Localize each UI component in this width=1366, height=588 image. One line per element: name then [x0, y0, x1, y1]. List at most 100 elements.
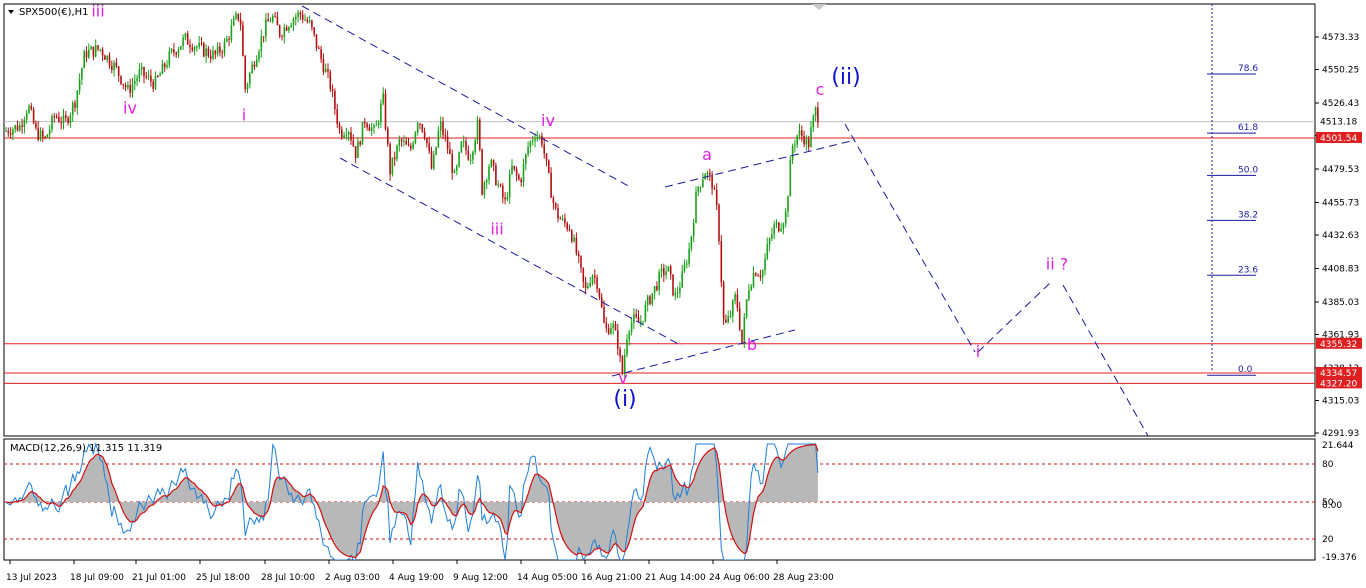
candle-body [32, 109, 35, 124]
candle-body [612, 324, 614, 328]
candle-body [380, 103, 382, 123]
price-chart[interactable]: 78.6 61.8 50.0 38.2 23.6 0.0 4573.33 4550.25 45… [0, 0, 1366, 588]
candle-body [559, 218, 562, 220]
candle-body [237, 13, 240, 20]
candle-body [750, 286, 752, 291]
candle-body [658, 271, 660, 291]
candle-body [761, 270, 764, 278]
wave-label: (i) [613, 387, 636, 412]
candle-body [331, 89, 334, 91]
candle-body [801, 130, 803, 137]
candle-body [812, 116, 815, 128]
candle-body [345, 134, 348, 136]
candle-body [336, 109, 338, 125]
candle-body [288, 26, 290, 31]
candle-body [400, 139, 403, 142]
candle-body [308, 20, 311, 22]
candle-body [663, 267, 665, 276]
candle-body [437, 130, 440, 147]
candle-body [101, 49, 104, 56]
candle-body [697, 186, 700, 192]
candle-body [329, 71, 332, 90]
candle-body [184, 33, 187, 38]
wave-label: i [242, 105, 246, 124]
candle-body [375, 125, 378, 127]
candle-body [580, 256, 582, 268]
candle-body [214, 50, 217, 55]
candle-body [748, 290, 750, 300]
candle-body [699, 186, 702, 188]
candle-body [416, 123, 419, 133]
candle-body [324, 68, 327, 73]
candle-body [674, 293, 677, 296]
fib-level-label: 38.2 [1238, 210, 1258, 220]
candle-body [182, 37, 184, 46]
candle-body [124, 85, 127, 88]
candle-body [423, 131, 426, 138]
x-axis-tick-label: 9 Aug 12:00 [453, 573, 508, 583]
candle-body [538, 136, 541, 138]
candle-body [474, 140, 476, 152]
wave-label: c [816, 80, 825, 99]
candle-body [566, 223, 568, 230]
candle-body [251, 64, 253, 74]
candle-body [37, 127, 39, 140]
candle-body [173, 49, 175, 53]
candle-body [536, 136, 539, 139]
candle-body [508, 173, 511, 198]
candle-body [106, 55, 108, 60]
candle-body [745, 299, 748, 318]
candle-body [584, 281, 587, 288]
wave-label: iv [123, 98, 137, 117]
candle-body [368, 127, 371, 132]
candle-body [492, 159, 495, 166]
candle-body [752, 273, 755, 287]
candle-body [281, 36, 283, 38]
x-axis-tick-label: 24 Aug 06:00 [709, 573, 770, 583]
candle-body [635, 314, 637, 318]
candle-body [591, 275, 594, 284]
candle-body [497, 184, 499, 186]
candle-body [439, 121, 442, 131]
macd-y-tick-label: 20 [1322, 535, 1334, 545]
candle-body [485, 179, 488, 183]
candle-body [660, 267, 663, 272]
candle-body [607, 328, 610, 334]
candle-body [90, 46, 92, 50]
candle-body [134, 81, 136, 85]
candle-body [789, 159, 792, 197]
candle-body [152, 81, 154, 89]
candle-body [419, 123, 421, 125]
candle-body [159, 73, 161, 77]
candle-body [407, 144, 410, 146]
candle-body [391, 157, 394, 175]
candle-body [154, 76, 157, 89]
candle-body [428, 143, 430, 152]
candle-body [147, 75, 150, 77]
candle-body [575, 237, 578, 254]
candle-body [7, 130, 10, 134]
candle-body [21, 125, 23, 127]
wave-label: v [618, 369, 627, 388]
candle-body [759, 275, 762, 278]
candle-body [605, 322, 608, 329]
candle-body [262, 36, 265, 38]
candle-body [541, 136, 543, 145]
candle-body [504, 197, 506, 200]
candle-body [479, 119, 481, 150]
candle-body [807, 139, 810, 148]
candle-body [370, 127, 373, 132]
candle-body [412, 143, 414, 149]
candle-body [265, 19, 267, 37]
candle-body [389, 143, 391, 175]
candle-body [203, 43, 205, 57]
candle-body [405, 141, 407, 145]
fib-level-label: 0.0 [1238, 365, 1253, 375]
candle-body [709, 172, 711, 175]
candle-body [736, 294, 739, 309]
candle-body [594, 275, 596, 278]
candle-body [676, 292, 679, 294]
y-axis-tick-label: 4408.83 [1322, 264, 1359, 274]
candle-body [472, 151, 474, 160]
candle-body [711, 174, 713, 189]
